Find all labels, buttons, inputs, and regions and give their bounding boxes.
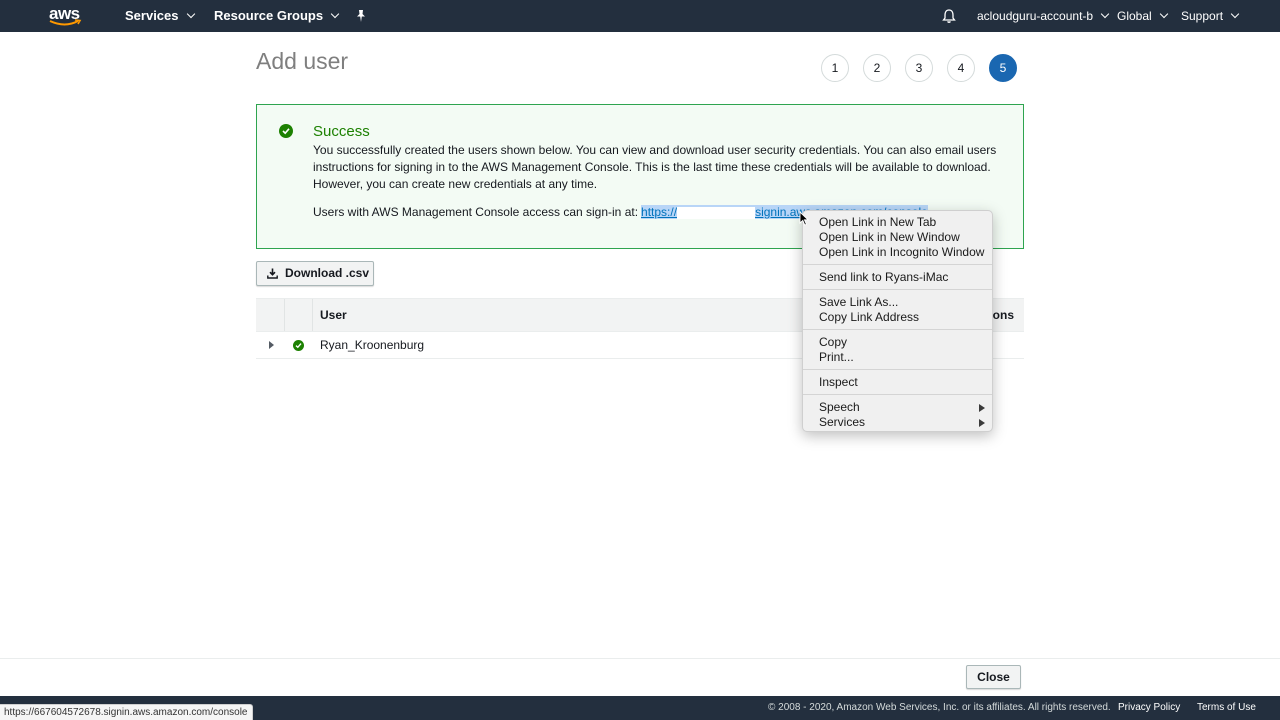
menu-item-send-link[interactable]: Send link to Ryans-iMac [819,270,989,285]
menu-item-open-new-tab[interactable]: Open Link in New Tab [819,215,989,230]
wizard-step-2[interactable]: 2 [863,54,891,82]
menu-separator [803,369,992,370]
account-menu-label: acloudguru-account-b [977,9,1094,23]
terms-of-use-link[interactable]: Terms of Use [1197,702,1256,713]
page-title: Add user [256,48,349,74]
support-menu[interactable]: Support [1181,0,1240,32]
menu-item-services-label: Services [819,415,866,429]
menu-item-inspect[interactable]: Inspect [819,375,989,390]
menu-item-print[interactable]: Print... [819,350,989,365]
column-header-user[interactable]: User [320,308,347,322]
success-message: You successfully created the users shown… [313,143,997,191]
top-navigation-bar: aws Services Resource Groups acloudguru-… [0,0,1280,32]
wizard-step-5[interactable]: 5 [989,54,1017,82]
services-menu[interactable]: Services [125,0,195,32]
resource-groups-label: Resource Groups [214,8,324,23]
account-menu[interactable]: acloudguru-account-b [977,0,1110,32]
menu-item-copy-link-address[interactable]: Copy Link Address [819,310,989,325]
chevron-down-icon [1230,9,1240,19]
menu-item-speech[interactable]: Speech [819,400,989,415]
menu-item-open-incognito[interactable]: Open Link in Incognito Window [819,245,989,260]
aws-smile-icon [49,19,82,26]
column-header-actions: ons [992,308,1014,322]
bell-icon[interactable] [941,8,957,24]
mouse-cursor-icon [799,211,809,226]
submenu-arrow-icon [979,404,985,412]
chevron-down-icon [1100,9,1110,19]
support-menu-label: Support [1181,9,1224,23]
menu-separator [803,329,992,330]
download-icon [267,268,278,279]
menu-separator [803,394,992,395]
row-user-name: Ryan_Kroonenburg [320,338,425,352]
redacted-account-id [677,206,756,219]
services-menu-label: Services [125,8,179,23]
success-check-icon [279,124,293,138]
menu-item-services[interactable]: Services [819,415,989,430]
aws-logo[interactable]: aws [48,3,84,29]
wizard-step-1[interactable]: 1 [821,54,849,82]
menu-separator [803,264,992,265]
success-check-icon [293,340,304,351]
column-divider [284,299,285,331]
signin-url-prefix: Users with AWS Management Console access… [313,205,639,219]
expand-caret-icon[interactable] [269,341,274,349]
menu-separator [803,289,992,290]
privacy-policy-link[interactable]: Privacy Policy [1118,702,1180,713]
region-menu-label: Global [1117,9,1152,23]
download-csv-label: Download .csv [285,266,370,280]
menu-item-speech-label: Speech [819,400,860,414]
footer-copyright: © 2008 - 2020, Amazon Web Services, Inc.… [768,702,1111,713]
browser-status-url: https://667604572678.signin.aws.amazon.c… [0,704,253,720]
wizard-step-4[interactable]: 4 [947,54,975,82]
wizard-step-3[interactable]: 3 [905,54,933,82]
chevron-down-icon [186,9,195,19]
menu-item-copy[interactable]: Copy [819,335,989,350]
chevron-down-icon [1159,9,1168,19]
success-title: Success [313,123,370,140]
chevron-down-icon [330,9,340,19]
close-button[interactable]: Close [966,665,1021,689]
submenu-arrow-icon [979,419,985,427]
menu-item-open-new-window[interactable]: Open Link in New Window [819,230,989,245]
download-csv-button[interactable]: Download .csv [256,261,374,286]
context-menu: Open Link in New Tab Open Link in New Wi… [802,210,993,432]
wizard-action-bar [0,658,1280,696]
resource-groups-menu[interactable]: Resource Groups [214,0,340,32]
menu-item-save-link-as[interactable]: Save Link As... [819,295,989,310]
column-divider [312,299,313,331]
region-menu[interactable]: Global [1117,0,1168,32]
pin-icon[interactable] [354,9,368,23]
